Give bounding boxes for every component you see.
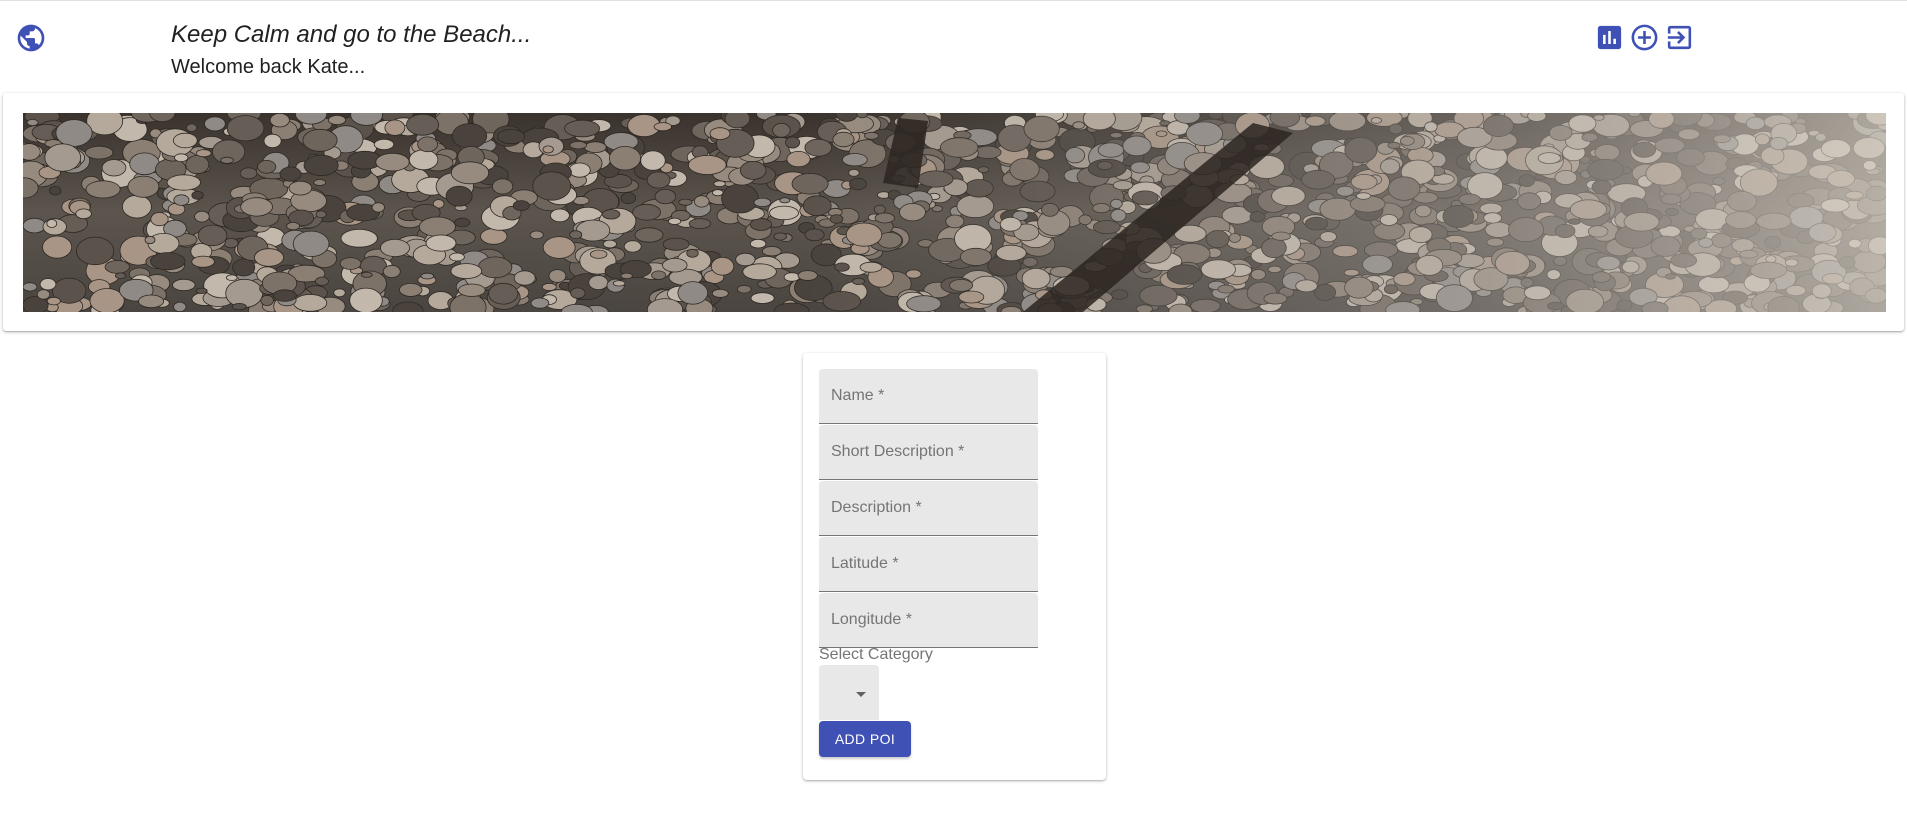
add-poi-form: Select Category ADD POI: [803, 353, 1106, 780]
longitude-input[interactable]: [819, 593, 1038, 647]
latitude-input[interactable]: [819, 537, 1038, 591]
welcome-message: Welcome back Kate...: [171, 56, 366, 78]
logout-button[interactable]: [1664, 22, 1695, 53]
short-description-input[interactable]: [819, 425, 1038, 479]
dropdown-arrow-icon: [856, 692, 866, 697]
name-input[interactable]: [819, 369, 1038, 423]
add-poi-button[interactable]: ADD POI: [819, 721, 911, 757]
name-field[interactable]: [819, 369, 1038, 424]
globe-icon[interactable]: [15, 22, 47, 54]
add-poi-nav-button[interactable]: [1629, 22, 1660, 53]
short-description-field[interactable]: [819, 425, 1038, 480]
beach-pebbles-image: [23, 113, 1886, 312]
bar-chart-icon: [1597, 25, 1622, 50]
description-input[interactable]: [819, 481, 1038, 535]
longitude-field[interactable]: [819, 593, 1038, 648]
app-title: Keep Calm and go to the Beach...: [171, 21, 532, 48]
description-field[interactable]: [819, 481, 1038, 536]
category-select[interactable]: [819, 665, 879, 720]
header-actions: [1594, 22, 1695, 54]
app-header: Keep Calm and go to the Beach... Welcome…: [0, 1, 1907, 89]
stats-button[interactable]: [1594, 22, 1625, 53]
logout-icon: [1667, 25, 1692, 50]
add-circle-icon: [1631, 24, 1658, 51]
banner-card: [3, 93, 1904, 331]
category-label: Select Category: [819, 646, 933, 663]
latitude-field[interactable]: [819, 537, 1038, 592]
